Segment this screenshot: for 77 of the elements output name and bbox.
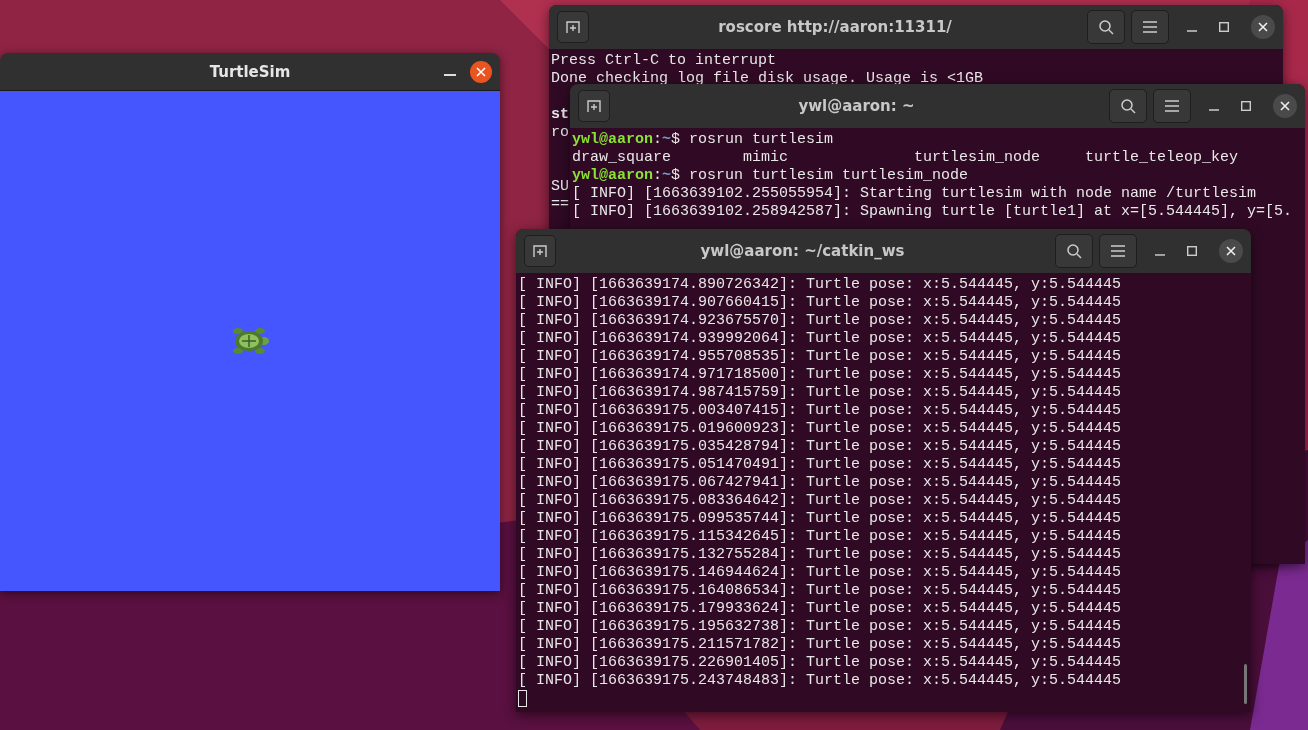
- close-button[interactable]: [1219, 239, 1243, 263]
- output-line: [ INFO] [1663639175.099535744]: Turtle pose: x:5.544445, y:5.544445: [518, 510, 1122, 528]
- output-line: st: [551, 106, 569, 124]
- output-line: [ INFO] [1663639175.146944624]: Turtle pose: x:5.544445, y:5.544445: [518, 564, 1122, 582]
- new-tab-button[interactable]: [578, 90, 610, 122]
- output-line: [ INFO] [1663639102.255055954]: Starting turtlesim with node name /turtlesim: [572, 185, 1257, 203]
- output-line: [ INFO] [1663639174.939992064]: Turtle pose: x:5.544445, y:5.544445: [518, 330, 1122, 348]
- output-line: [ INFO] [1663639175.067427941]: Turtle pose: x:5.544445, y:5.544445: [518, 474, 1122, 492]
- window-title: TurtleSim: [209, 62, 291, 81]
- search-button[interactable]: [1055, 234, 1093, 268]
- output-line: [ INFO] [1663639175.051470491]: Turtle pose: x:5.544445, y:5.544445: [518, 456, 1122, 474]
- output-line: [ INFO] [1663639175.211571782]: Turtle pose: x:5.544445, y:5.544445: [518, 636, 1122, 654]
- prompt-symbol: $: [671, 167, 681, 185]
- search-icon: [1066, 243, 1082, 259]
- maximize-icon[interactable]: [1241, 101, 1251, 111]
- window-title: ywl@aaron: ~/catkin_ws: [699, 242, 906, 260]
- close-icon: [1280, 101, 1290, 111]
- prompt-user: ywl@aaron: [572, 167, 653, 185]
- new-tab-button[interactable]: [557, 11, 589, 43]
- maximize-icon[interactable]: [1187, 246, 1197, 256]
- new-tab-icon: [565, 19, 581, 35]
- output-line: [ INFO] [1663639175.243748483]: Turtle pose: x:5.544445, y:5.544445: [518, 672, 1122, 690]
- menu-button[interactable]: [1099, 234, 1137, 268]
- new-tab-button[interactable]: [524, 235, 556, 267]
- prompt-separator: :: [653, 167, 663, 185]
- prompt-symbol: $: [671, 131, 681, 149]
- output-line: [ INFO] [1663639175.195632738]: Turtle pose: x:5.544445, y:5.544445: [518, 618, 1122, 636]
- search-button[interactable]: [1087, 10, 1125, 44]
- menu-icon: [1165, 100, 1179, 112]
- output-line: [ INFO] [1663639175.164086534]: Turtle pose: x:5.544445, y:5.544445: [518, 582, 1122, 600]
- prompt-user: ywl@aaron: [572, 131, 653, 149]
- output-line: draw_square mimic turtlesim_node turtle_teleop_key: [572, 149, 1239, 167]
- scrollbar[interactable]: [1244, 664, 1247, 704]
- close-button[interactable]: [470, 60, 492, 83]
- output-line: SU: [551, 178, 569, 196]
- search-button[interactable]: [1109, 89, 1147, 123]
- new-tab-icon: [532, 243, 548, 259]
- output-line: [ INFO] [1663639174.923675570]: Turtle pose: x:5.544445, y:5.544445: [518, 312, 1122, 330]
- new-tab-icon: [586, 98, 602, 114]
- close-button[interactable]: [1251, 15, 1275, 39]
- output-line: [ INFO] [1663639175.132755284]: Turtle pose: x:5.544445, y:5.544445: [518, 546, 1122, 564]
- output-line: [ INFO] [1663639175.179933624]: Turtle pose: x:5.544445, y:5.544445: [518, 600, 1122, 618]
- output-line: [ INFO] [1663639174.987415759]: Turtle pose: x:5.544445, y:5.544445: [518, 384, 1122, 402]
- output-line: [ INFO] [1663639175.019600923]: Turtle pose: x:5.544445, y:5.544445: [518, 420, 1122, 438]
- search-icon: [1098, 19, 1114, 35]
- command-text: rosrun turtlesim turtlesim_node: [689, 167, 969, 185]
- command-text: rosrun turtlesim: [689, 131, 834, 149]
- output-line: Press Ctrl-C to interrupt: [551, 52, 777, 70]
- prompt-path: ~: [662, 167, 672, 185]
- output-line: [ INFO] [1663639174.890726342]: Turtle pose: x:5.544445, y:5.544445: [518, 276, 1122, 294]
- turtle-drawing: [230, 327, 270, 355]
- close-icon: [1226, 246, 1236, 256]
- search-icon: [1120, 98, 1136, 114]
- prompt-path: ~: [662, 131, 672, 149]
- maximize-icon[interactable]: [1219, 22, 1229, 32]
- output-line: ro: [551, 124, 569, 142]
- output-line: ==: [551, 196, 569, 214]
- menu-button[interactable]: [1153, 89, 1191, 123]
- menu-icon: [1111, 245, 1125, 257]
- close-button[interactable]: [1273, 94, 1297, 118]
- output-line: [ INFO] [1663639175.035428794]: Turtle pose: x:5.544445, y:5.544445: [518, 438, 1122, 456]
- prompt-separator: :: [653, 131, 663, 149]
- output-line: [ INFO] [1663639175.226901405]: Turtle pose: x:5.544445, y:5.544445: [518, 654, 1122, 672]
- window-title: roscore http://aaron:11311/: [717, 18, 953, 36]
- close-icon: [1258, 22, 1268, 32]
- window-title: ywl@aaron: ~: [797, 97, 916, 115]
- output-line: [ INFO] [1663639175.003407415]: Turtle pose: x:5.544445, y:5.544445: [518, 402, 1122, 420]
- menu-button[interactable]: [1131, 10, 1169, 44]
- output-line: [ INFO] [1663639175.115342645]: Turtle pose: x:5.544445, y:5.544445: [518, 528, 1122, 546]
- output-line: [ INFO] [1663639174.955708535]: Turtle pose: x:5.544445, y:5.544445: [518, 348, 1122, 366]
- output-line: [ INFO] [1663639174.971718500]: Turtle pose: x:5.544445, y:5.544445: [518, 366, 1122, 384]
- output-line: [ INFO] [1663639175.083364642]: Turtle pose: x:5.544445, y:5.544445: [518, 492, 1122, 510]
- output-line: [ INFO] [1663639102.258942587]: Spawning turtle [turtle1] at x=[5.544445], y=[5.: [572, 203, 1293, 221]
- menu-icon: [1143, 21, 1157, 33]
- output-line: [ INFO] [1663639174.907660415]: Turtle pose: x:5.544445, y:5.544445: [518, 294, 1122, 312]
- minimize-icon[interactable]: [444, 73, 456, 76]
- close-icon: [476, 66, 486, 77]
